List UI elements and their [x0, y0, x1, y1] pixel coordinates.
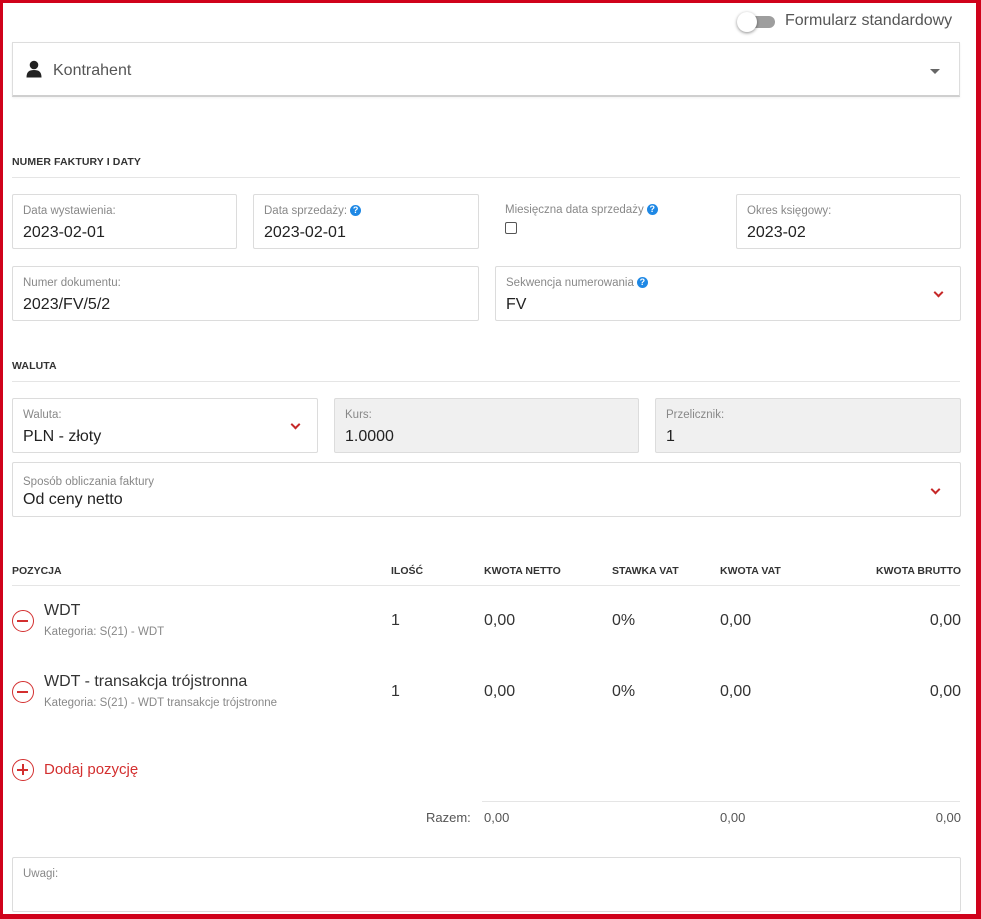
monthly-sale-date-label-wrap: Miesięczna data sprzedaży? — [505, 204, 658, 216]
item-gross-amount: 0,00 — [929, 683, 961, 700]
sale-date-value: 2023-02-01 — [264, 224, 346, 241]
section-divider — [12, 381, 960, 382]
toggle-knob — [737, 12, 757, 32]
numbering-sequence-select[interactable]: Sekwencja numerowania? FV — [495, 266, 961, 321]
accounting-period-value: 2023-02 — [747, 224, 806, 241]
issue-date-value: 2023-02-01 — [23, 224, 105, 241]
item-gross-amount: 0,00 — [929, 612, 961, 629]
monthly-sale-date-checkbox[interactable] — [505, 222, 517, 234]
calculation-method-select[interactable]: Sposób obliczania faktury Od ceny netto — [12, 462, 961, 517]
totals-divider — [482, 801, 960, 802]
header-vat-rate: STAWKA VAT — [612, 565, 679, 577]
notes-label: Uwagi: — [23, 868, 59, 880]
section-title-dates: NUMER FAKTURY I DATY — [12, 156, 141, 168]
totals-gross: 0,00 — [935, 810, 961, 825]
issue-date-field[interactable]: Data wystawienia: 2023-02-01 — [12, 194, 237, 249]
calculation-method-label: Sposób obliczania faktury — [23, 476, 155, 488]
item-vat-amount: 0,00 — [720, 612, 752, 629]
help-icon[interactable]: ? — [636, 277, 648, 288]
caret-down-icon[interactable] — [930, 69, 940, 74]
item-category: Kategoria: S(21) - WDT transakcje trójst… — [44, 697, 278, 709]
header-net-amount: KWOTA NETTO — [484, 565, 561, 577]
notes-field[interactable]: Uwagi: — [12, 857, 961, 912]
totals-net: 0,00 — [484, 810, 510, 825]
document-number-label: Numer dokumentu: — [23, 277, 121, 289]
document-number-field[interactable]: Numer dokumentu: 2023/FV/5/2 — [12, 266, 479, 321]
standard-form-toggle[interactable] — [737, 12, 777, 32]
standard-form-toggle-label[interactable]: Formularz standardowy — [785, 12, 952, 30]
remove-item-icon[interactable] — [12, 681, 34, 703]
section-divider — [12, 177, 960, 178]
currency-select[interactable]: Waluta: PLN - złoty — [12, 398, 318, 453]
section-title-currency: WALUTA — [12, 360, 57, 372]
totals-vat: 0,00 — [720, 810, 746, 825]
accounting-period-label: Okres księgowy: — [747, 205, 832, 217]
sale-date-label-wrap: Data sprzedaży:? — [264, 205, 362, 217]
exchange-rate-label: Kurs: — [345, 409, 372, 421]
header-position: POZYCJA — [12, 565, 62, 577]
item-vat-amount: 0,00 — [720, 683, 752, 700]
table-header-divider — [12, 585, 960, 586]
accounting-period-field[interactable]: Okres księgowy: 2023-02 — [736, 194, 961, 249]
totals-label: Razem: — [426, 810, 471, 825]
item-quantity: 1 — [391, 612, 400, 629]
chevron-down-icon[interactable] — [933, 287, 944, 298]
add-item-icon[interactable] — [12, 759, 34, 781]
issue-date-label: Data wystawienia: — [23, 205, 116, 217]
item-quantity: 1 — [391, 683, 400, 700]
sale-date-field[interactable]: Data sprzedaży:? 2023-02-01 — [253, 194, 479, 249]
person-icon — [26, 60, 42, 78]
converter-label: Przelicznik: — [666, 409, 725, 421]
numbering-sequence-label-wrap: Sekwencja numerowania? — [506, 277, 648, 289]
exchange-rate-value: 1.0000 — [345, 428, 394, 445]
converter-value: 1 — [666, 428, 675, 445]
item-category: Kategoria: S(21) - WDT — [44, 626, 165, 638]
currency-label: Waluta: — [23, 409, 62, 421]
calculation-method-value: Od ceny netto — [23, 491, 123, 508]
item-vat-rate: 0% — [612, 612, 636, 629]
numbering-sequence-value: FV — [506, 296, 527, 313]
sale-date-label: Data sprzedaży: — [264, 205, 348, 217]
help-icon[interactable]: ? — [350, 205, 362, 216]
contractor-select[interactable]: Kontrahent — [12, 42, 960, 97]
item-net-amount: 0,00 — [484, 683, 516, 700]
help-icon[interactable]: ? — [646, 204, 658, 215]
converter-field: Przelicznik: 1 — [655, 398, 961, 453]
contractor-label: Kontrahent — [53, 62, 132, 79]
add-item-link[interactable]: Dodaj pozycję — [44, 761, 138, 778]
numbering-sequence-label: Sekwencja numerowania — [506, 277, 634, 289]
item-name[interactable]: WDT - transakcja trójstronna — [44, 673, 247, 691]
header-gross-amount: KWOTA BRUTTO — [876, 565, 961, 577]
remove-item-icon[interactable] — [12, 610, 34, 632]
header-vat-amount: KWOTA VAT — [720, 565, 781, 577]
item-name[interactable]: WDT — [44, 602, 80, 620]
exchange-rate-field: Kurs: 1.0000 — [334, 398, 639, 453]
screenshot-frame — [0, 0, 981, 919]
monthly-sale-date-label: Miesięczna data sprzedaży — [505, 204, 644, 216]
chevron-down-icon[interactable] — [290, 419, 301, 430]
currency-value: PLN - złoty — [23, 428, 102, 445]
item-vat-rate: 0% — [612, 683, 636, 700]
header-quantity: ILOŚĆ — [391, 565, 424, 577]
chevron-down-icon[interactable] — [930, 484, 941, 495]
document-number-value: 2023/FV/5/2 — [23, 296, 111, 313]
item-net-amount: 0,00 — [484, 612, 516, 629]
